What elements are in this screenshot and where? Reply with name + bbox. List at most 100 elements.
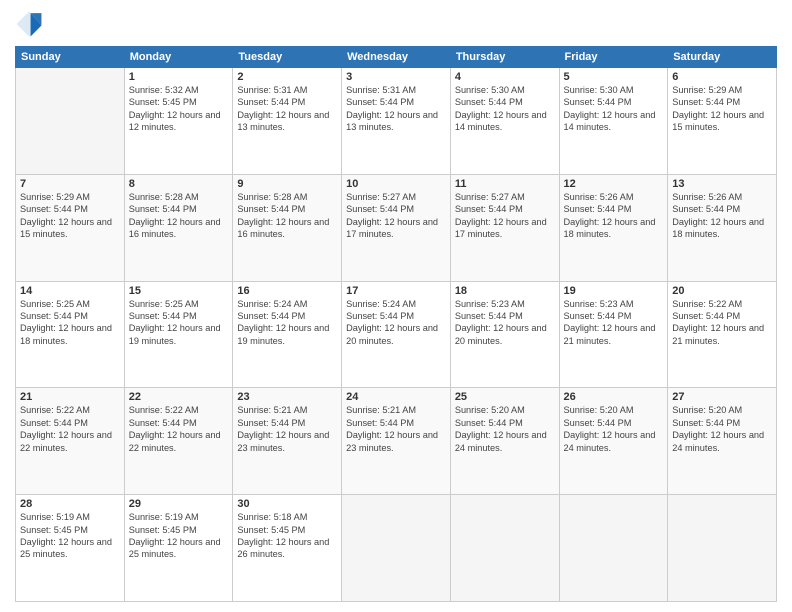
day-cell	[342, 495, 451, 602]
day-number: 20	[672, 285, 772, 297]
day-cell	[450, 495, 559, 602]
day-cell: 29Sunrise: 5:19 AMSunset: 5:45 PMDayligh…	[124, 495, 233, 602]
day-cell: 7Sunrise: 5:29 AMSunset: 5:44 PMDaylight…	[16, 174, 125, 281]
day-info: Sunrise: 5:24 AMSunset: 5:44 PMDaylight:…	[346, 298, 446, 348]
day-number: 7	[20, 178, 120, 190]
day-cell: 16Sunrise: 5:24 AMSunset: 5:44 PMDayligh…	[233, 281, 342, 388]
day-cell: 12Sunrise: 5:26 AMSunset: 5:44 PMDayligh…	[559, 174, 668, 281]
day-cell: 17Sunrise: 5:24 AMSunset: 5:44 PMDayligh…	[342, 281, 451, 388]
day-info: Sunrise: 5:25 AMSunset: 5:44 PMDaylight:…	[20, 298, 120, 348]
day-cell: 22Sunrise: 5:22 AMSunset: 5:44 PMDayligh…	[124, 388, 233, 495]
day-number: 11	[455, 178, 555, 190]
weekday-header-row: SundayMondayTuesdayWednesdayThursdayFrid…	[16, 47, 777, 68]
day-number: 15	[129, 285, 229, 297]
day-info: Sunrise: 5:31 AMSunset: 5:44 PMDaylight:…	[346, 84, 446, 134]
day-number: 6	[672, 71, 772, 83]
day-cell: 9Sunrise: 5:28 AMSunset: 5:44 PMDaylight…	[233, 174, 342, 281]
day-info: Sunrise: 5:30 AMSunset: 5:44 PMDaylight:…	[564, 84, 664, 134]
day-cell: 30Sunrise: 5:18 AMSunset: 5:45 PMDayligh…	[233, 495, 342, 602]
header	[15, 10, 777, 38]
day-number: 30	[237, 498, 337, 510]
day-number: 27	[672, 391, 772, 403]
day-cell: 10Sunrise: 5:27 AMSunset: 5:44 PMDayligh…	[342, 174, 451, 281]
day-info: Sunrise: 5:31 AMSunset: 5:44 PMDaylight:…	[237, 84, 337, 134]
day-info: Sunrise: 5:21 AMSunset: 5:44 PMDaylight:…	[237, 404, 337, 454]
day-number: 21	[20, 391, 120, 403]
day-number: 9	[237, 178, 337, 190]
day-number: 23	[237, 391, 337, 403]
day-cell: 15Sunrise: 5:25 AMSunset: 5:44 PMDayligh…	[124, 281, 233, 388]
day-cell: 3Sunrise: 5:31 AMSunset: 5:44 PMDaylight…	[342, 68, 451, 175]
day-number: 3	[346, 71, 446, 83]
day-cell	[16, 68, 125, 175]
day-cell: 13Sunrise: 5:26 AMSunset: 5:44 PMDayligh…	[668, 174, 777, 281]
week-row-1: 1Sunrise: 5:32 AMSunset: 5:45 PMDaylight…	[16, 68, 777, 175]
day-info: Sunrise: 5:28 AMSunset: 5:44 PMDaylight:…	[237, 191, 337, 241]
page: SundayMondayTuesdayWednesdayThursdayFrid…	[0, 0, 792, 612]
day-info: Sunrise: 5:24 AMSunset: 5:44 PMDaylight:…	[237, 298, 337, 348]
day-cell: 2Sunrise: 5:31 AMSunset: 5:44 PMDaylight…	[233, 68, 342, 175]
day-cell: 14Sunrise: 5:25 AMSunset: 5:44 PMDayligh…	[16, 281, 125, 388]
day-number: 14	[20, 285, 120, 297]
day-number: 17	[346, 285, 446, 297]
day-cell: 11Sunrise: 5:27 AMSunset: 5:44 PMDayligh…	[450, 174, 559, 281]
day-cell: 24Sunrise: 5:21 AMSunset: 5:44 PMDayligh…	[342, 388, 451, 495]
day-info: Sunrise: 5:32 AMSunset: 5:45 PMDaylight:…	[129, 84, 229, 134]
day-number: 29	[129, 498, 229, 510]
day-number: 1	[129, 71, 229, 83]
week-row-5: 28 Sunrise: 5:19 AMSunset: 5:45 PMDayligh…	[16, 495, 777, 602]
day-info: Sunrise: 5:22 AMSunset: 5:44 PMDaylight:…	[672, 298, 772, 348]
day-info: Sunrise: 5:23 AMSunset: 5:44 PMDaylight:…	[455, 298, 555, 348]
day-cell: 23Sunrise: 5:21 AMSunset: 5:44 PMDayligh…	[233, 388, 342, 495]
weekday-header-thursday: Thursday	[450, 47, 559, 68]
day-number: 2	[237, 71, 337, 83]
day-info: Sunrise: 5:22 AMSunset: 5:44 PMDaylight:…	[129, 404, 229, 454]
day-info: Sunrise: 5:20 AMSunset: 5:44 PMDaylight:…	[564, 404, 664, 454]
day-number: 28	[20, 498, 120, 510]
day-cell: 1Sunrise: 5:32 AMSunset: 5:45 PMDaylight…	[124, 68, 233, 175]
day-info: Sunrise: 5:22 AMSunset: 5:44 PMDaylight:…	[20, 404, 120, 454]
day-number: 18	[455, 285, 555, 297]
day-number: 16	[237, 285, 337, 297]
day-info: Sunrise: 5:29 AMSunset: 5:44 PMDaylight:…	[20, 191, 120, 241]
day-cell: 27Sunrise: 5:20 AMSunset: 5:44 PMDayligh…	[668, 388, 777, 495]
day-info: Sunrise: 5:26 AMSunset: 5:44 PMDaylight:…	[564, 191, 664, 241]
day-number: 5	[564, 71, 664, 83]
day-cell: 25Sunrise: 5:20 AMSunset: 5:44 PMDayligh…	[450, 388, 559, 495]
day-number: 19	[564, 285, 664, 297]
day-info: Sunrise: 5:27 AMSunset: 5:44 PMDaylight:…	[455, 191, 555, 241]
day-info: Sunrise: 5:26 AMSunset: 5:44 PMDaylight:…	[672, 191, 772, 241]
day-info: Sunrise: 5:30 AMSunset: 5:44 PMDaylight:…	[455, 84, 555, 134]
day-info: Sunrise: 5:27 AMSunset: 5:44 PMDaylight:…	[346, 191, 446, 241]
day-number: 26	[564, 391, 664, 403]
day-number: 25	[455, 391, 555, 403]
week-row-4: 21Sunrise: 5:22 AMSunset: 5:44 PMDayligh…	[16, 388, 777, 495]
day-info: Sunrise: 5:20 AMSunset: 5:44 PMDaylight:…	[455, 404, 555, 454]
day-info: Sunrise: 5:23 AMSunset: 5:44 PMDaylight:…	[564, 298, 664, 348]
week-row-3: 14Sunrise: 5:25 AMSunset: 5:44 PMDayligh…	[16, 281, 777, 388]
day-number: 13	[672, 178, 772, 190]
day-cell: 21Sunrise: 5:22 AMSunset: 5:44 PMDayligh…	[16, 388, 125, 495]
day-cell: 4Sunrise: 5:30 AMSunset: 5:44 PMDaylight…	[450, 68, 559, 175]
day-cell: 6Sunrise: 5:29 AMSunset: 5:44 PMDaylight…	[668, 68, 777, 175]
calendar-table: SundayMondayTuesdayWednesdayThursdayFrid…	[15, 46, 777, 602]
day-number: 8	[129, 178, 229, 190]
day-cell: 26Sunrise: 5:20 AMSunset: 5:44 PMDayligh…	[559, 388, 668, 495]
day-info: Sunrise: 5:29 AMSunset: 5:44 PMDaylight:…	[672, 84, 772, 134]
logo-icon	[15, 10, 43, 38]
logo	[15, 10, 47, 38]
weekday-header-wednesday: Wednesday	[342, 47, 451, 68]
day-info: Sunrise: 5:19 AMSunset: 5:45 PMDaylight:…	[129, 511, 229, 561]
day-info: Sunrise: 5:18 AMSunset: 5:45 PMDaylight:…	[237, 511, 337, 561]
weekday-header-sunday: Sunday	[16, 47, 125, 68]
weekday-header-monday: Monday	[124, 47, 233, 68]
weekday-header-saturday: Saturday	[668, 47, 777, 68]
day-cell: 8Sunrise: 5:28 AMSunset: 5:44 PMDaylight…	[124, 174, 233, 281]
weekday-header-friday: Friday	[559, 47, 668, 68]
day-cell: 20Sunrise: 5:22 AMSunset: 5:44 PMDayligh…	[668, 281, 777, 388]
day-cell	[668, 495, 777, 602]
weekday-header-tuesday: Tuesday	[233, 47, 342, 68]
day-number: 4	[455, 71, 555, 83]
day-info: Sunrise: 5:20 AMSunset: 5:44 PMDaylight:…	[672, 404, 772, 454]
day-cell: 19Sunrise: 5:23 AMSunset: 5:44 PMDayligh…	[559, 281, 668, 388]
